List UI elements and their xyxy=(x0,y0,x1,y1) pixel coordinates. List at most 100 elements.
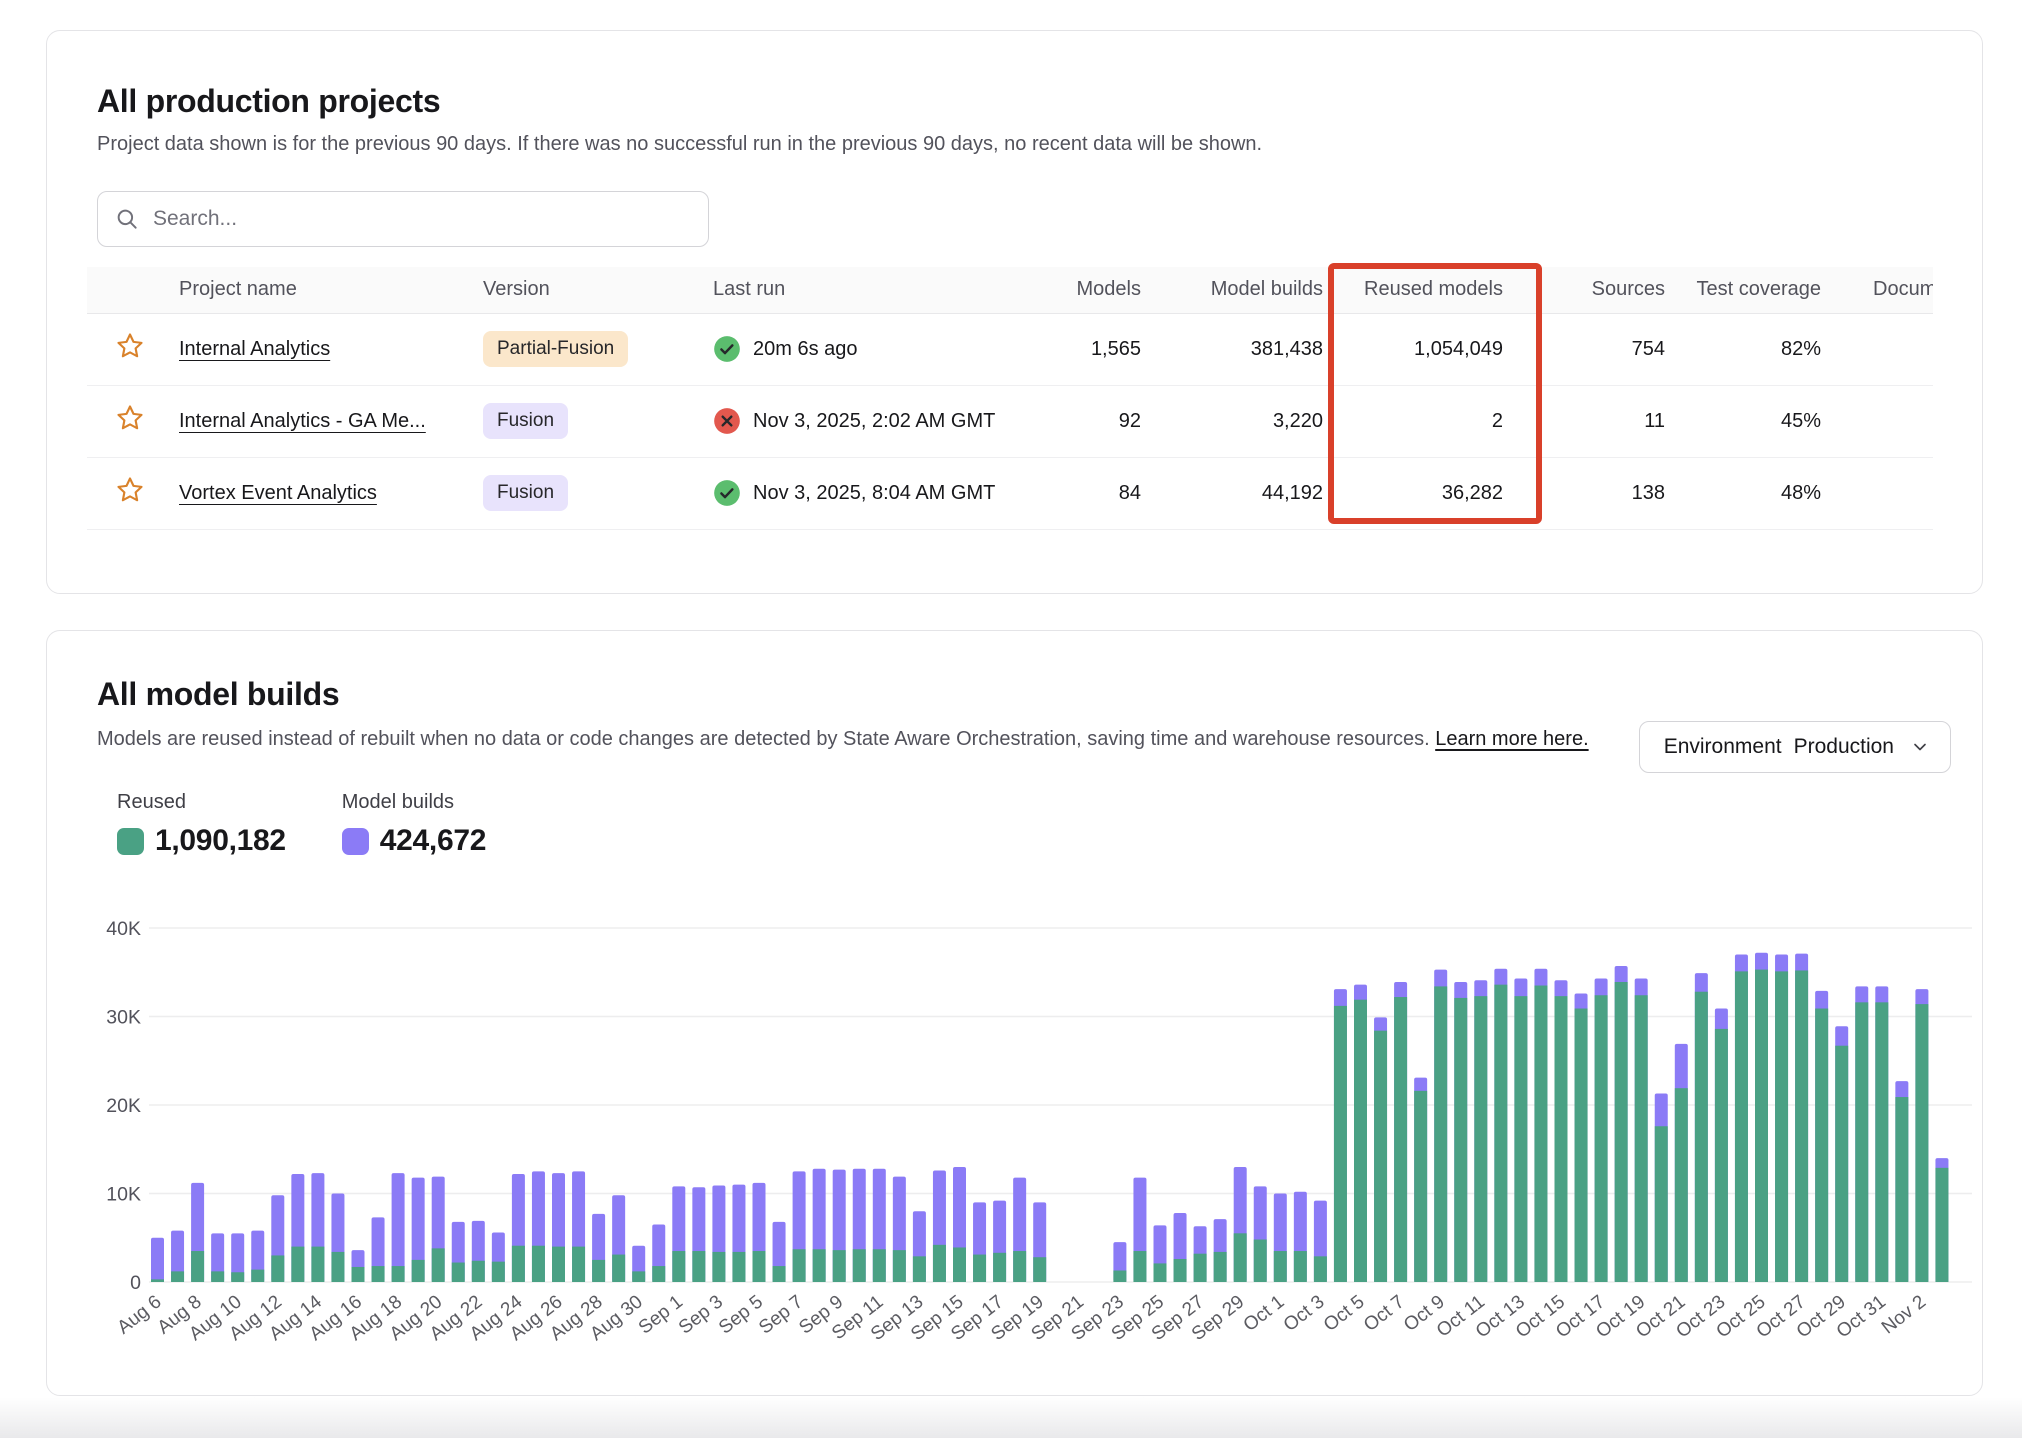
legend-reused-value: 1,090,182 xyxy=(155,824,286,858)
model-builds-value: 3,220 xyxy=(1147,385,1337,457)
bar-reused xyxy=(1895,1097,1908,1282)
model-builds-stacked-bar-chart: 010K20K30K40KAug 6Aug 8Aug 10Aug 12Aug 1… xyxy=(97,903,1977,1383)
test-coverage-value: 48% xyxy=(1687,457,1867,529)
bar-reused xyxy=(893,1250,906,1282)
bar-reused xyxy=(732,1252,745,1282)
search-input[interactable] xyxy=(153,207,692,231)
bar-reused xyxy=(171,1271,184,1282)
bar-reused xyxy=(472,1261,485,1282)
legend-reused-label: Reused xyxy=(117,791,286,814)
bar-reused xyxy=(1174,1259,1187,1282)
bar-reused xyxy=(311,1247,324,1282)
builds-subtitle-text: Models are reused instead of rebuilt whe… xyxy=(97,728,1430,750)
bar-reused xyxy=(251,1270,264,1282)
bar-reused xyxy=(291,1247,304,1282)
bar-reused xyxy=(271,1255,284,1282)
bar-reused xyxy=(813,1249,826,1282)
bar-reused xyxy=(572,1247,585,1282)
sources-value: 754 xyxy=(1547,313,1687,385)
version-badge: Fusion xyxy=(483,403,568,439)
test-coverage-value: 82% xyxy=(1687,313,1867,385)
col-test-coverage: Test coverage xyxy=(1687,267,1867,313)
bar-reused xyxy=(512,1246,525,1282)
legend-builds-swatch xyxy=(342,828,369,855)
bar-reused xyxy=(532,1246,545,1282)
bar-reused xyxy=(873,1249,886,1282)
x-axis-tick-label: Oct 1 xyxy=(1240,1291,1289,1336)
bar-reused xyxy=(973,1255,986,1282)
version-badge: Fusion xyxy=(483,475,568,511)
bar-reused xyxy=(1294,1251,1307,1282)
col-reused-models: Reused models xyxy=(1337,267,1547,313)
bar-reused xyxy=(1755,970,1768,1282)
bar-reused xyxy=(151,1279,164,1282)
bar-reused xyxy=(1715,1029,1728,1282)
legend-builds-label: Model builds xyxy=(342,791,486,814)
favorite-star-icon[interactable] xyxy=(115,331,145,361)
model-builds-value: 44,192 xyxy=(1147,457,1337,529)
projects-card-subtitle: Project data shown is for the previous 9… xyxy=(97,133,1262,156)
y-axis-tick-label: 20K xyxy=(106,1095,141,1117)
bar-reused xyxy=(712,1252,725,1282)
last-run-text: 20m 6s ago xyxy=(753,338,858,361)
x-axis-tick-label: Sep 5 xyxy=(715,1291,767,1338)
col-last-run: Last run xyxy=(707,267,1017,313)
col-star xyxy=(87,267,173,313)
reused-models-value: 1,054,049 xyxy=(1337,313,1547,385)
bar-reused xyxy=(1655,1126,1668,1282)
bar-reused xyxy=(372,1266,385,1282)
bar-reused xyxy=(1675,1088,1688,1282)
legend-model-builds: Model builds 424,672 xyxy=(342,791,486,858)
bar-reused xyxy=(211,1271,224,1282)
all-production-projects-card: All production projects Project data sho… xyxy=(46,30,1983,594)
environment-value: Production xyxy=(1794,735,1894,759)
col-project-name: Project name xyxy=(173,267,477,313)
project-name-link[interactable]: Internal Analytics xyxy=(179,338,330,360)
bar-reused xyxy=(1695,992,1708,1282)
learn-more-link[interactable]: Learn more here. xyxy=(1435,728,1588,750)
y-axis-tick-label: 40K xyxy=(106,918,141,940)
table-row: Vortex Event AnalyticsFusionNov 3, 2025,… xyxy=(87,457,1933,529)
projects-table-header: Project name Version Last run Models Mod… xyxy=(87,267,1933,313)
models-value: 1,565 xyxy=(1017,313,1147,385)
bar-reused xyxy=(1033,1257,1046,1282)
x-axis-tick-label: Sep 3 xyxy=(675,1291,727,1338)
bar-reused xyxy=(552,1247,565,1282)
bar-reused xyxy=(1414,1091,1427,1282)
reused-models-value: 36,282 xyxy=(1337,457,1547,529)
bar-reused xyxy=(1394,997,1407,1282)
bar-reused xyxy=(1635,995,1648,1282)
environment-select[interactable]: Environment Production xyxy=(1639,721,1951,773)
run-success-icon xyxy=(713,479,741,507)
bar-reused xyxy=(1514,996,1527,1282)
y-axis-tick-label: 0 xyxy=(130,1272,141,1294)
bar-reused xyxy=(993,1253,1006,1282)
run-error-icon xyxy=(713,407,741,435)
builds-card-title: All model builds xyxy=(97,676,339,713)
project-name-link[interactable]: Vortex Event Analytics xyxy=(179,482,377,504)
bar-reused xyxy=(773,1266,786,1282)
favorite-star-icon[interactable] xyxy=(115,475,145,505)
documentation-value xyxy=(1867,385,1933,457)
bar-reused xyxy=(1454,998,1467,1282)
x-axis-tick-label: Sep 1 xyxy=(635,1291,687,1338)
bar-model-builds xyxy=(392,1173,405,1282)
project-search[interactable] xyxy=(97,191,709,247)
bar-reused xyxy=(1935,1168,1948,1282)
col-models: Models xyxy=(1017,267,1147,313)
table-row: Internal AnalyticsPartial-Fusion20m 6s a… xyxy=(87,313,1933,385)
col-sources: Sources xyxy=(1547,267,1687,313)
bar-reused xyxy=(853,1249,866,1282)
sources-value: 11 xyxy=(1547,385,1687,457)
projects-table: Project name Version Last run Models Mod… xyxy=(87,267,1933,530)
bar-reused xyxy=(1194,1254,1207,1282)
model-builds-value: 381,438 xyxy=(1147,313,1337,385)
bar-reused xyxy=(1254,1240,1267,1282)
bar-reused xyxy=(1555,996,1568,1282)
favorite-star-icon[interactable] xyxy=(115,403,145,433)
bar-reused xyxy=(1915,1004,1928,1282)
sources-value: 138 xyxy=(1547,457,1687,529)
bar-reused xyxy=(1875,1002,1888,1282)
bar-reused xyxy=(672,1251,685,1282)
project-name-link[interactable]: Internal Analytics - GA Me... xyxy=(179,410,426,432)
